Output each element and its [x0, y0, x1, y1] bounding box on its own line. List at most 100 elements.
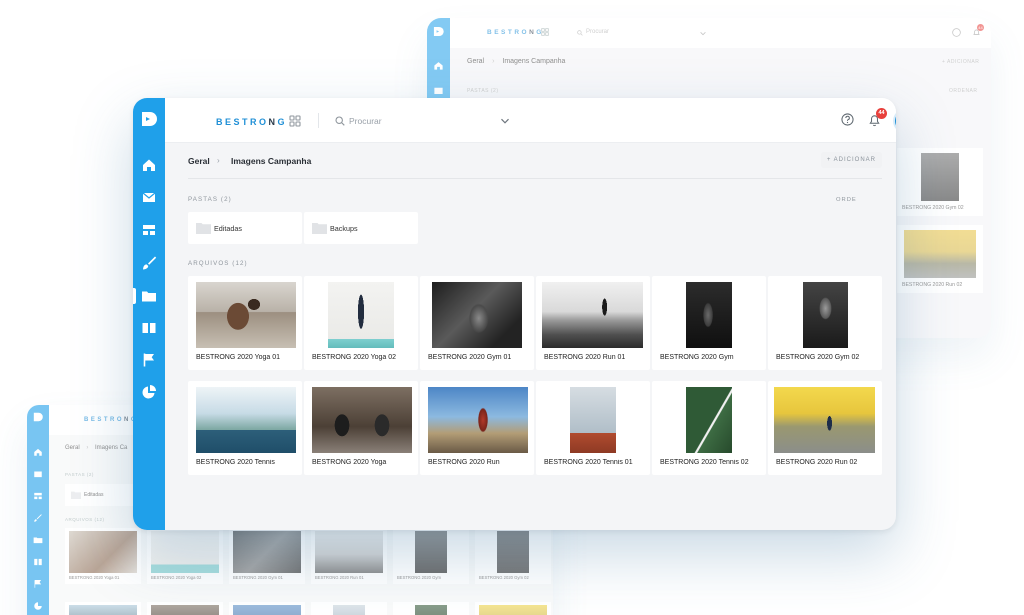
sidebar-item-brush[interactable]: [141, 255, 157, 271]
order-label[interactable]: ORDENAR: [949, 88, 978, 94]
file-name: BESTRONG 2020 Yoga 01: [196, 354, 281, 361]
help-icon[interactable]: [841, 113, 854, 126]
app-logo-icon: [33, 412, 43, 422]
brand-text: BESTRO: [216, 117, 269, 127]
add-button[interactable]: + ADICIONAR: [942, 59, 979, 65]
file-card[interactable]: BESTRONG 2020 Run: [420, 381, 534, 475]
divider: [188, 178, 882, 179]
breadcrumb-separator: ›: [492, 58, 495, 65]
file-card[interactable]: BESTRONG 2020 Gym 02: [768, 276, 882, 370]
folder-item[interactable]: Editadas: [188, 212, 302, 244]
folders-label: PASTAS (2): [188, 196, 232, 203]
layout-icon: [34, 492, 42, 500]
file-card[interactable]: BESTRONG 2020 Yoga: [304, 381, 418, 475]
file-name: BESTRONG 2020 Gym 02: [479, 575, 529, 580]
layout-icon: [143, 225, 155, 235]
file-card[interactable]: BESTRONG 2020 Tennis: [188, 381, 302, 475]
breadcrumb-root[interactable]: Geral: [188, 156, 210, 166]
add-button[interactable]: + ADICIONAR: [820, 152, 882, 168]
file-card[interactable]: BESTRONG 2020 Run 01: [536, 276, 650, 370]
file-card[interactable]: BESTRONG 2020 Run 01: [311, 528, 387, 584]
file-thumbnail: [328, 282, 394, 348]
file-card[interactable]: BESTRONG 2020 Run 02: [897, 225, 983, 293]
pie-chart-icon: [34, 602, 42, 610]
file-card[interactable]: BESTRONG 2020 Gym: [652, 276, 766, 370]
file-thumbnail: [904, 230, 976, 278]
file-card[interactable]: BESTRONG 2020 Gym 02: [475, 528, 551, 584]
flag-icon: [34, 579, 42, 588]
file-card[interactable]: BESTRONG 2020 Gym 01: [229, 528, 305, 584]
file-card[interactable]: [311, 602, 387, 615]
order-label[interactable]: ORDE: [836, 197, 857, 203]
sidebar-item-files[interactable]: [141, 288, 157, 304]
file-name: BESTRONG 2020 Gym: [660, 354, 734, 361]
folder-item[interactable]: Editadas: [65, 484, 143, 506]
file-card[interactable]: BESTRONG 2020 Yoga 02: [304, 276, 418, 370]
file-card[interactable]: BESTRONG 2020 Gym: [393, 528, 469, 584]
file-thumbnail: [233, 531, 301, 573]
active-indicator: [133, 288, 136, 304]
file-thumbnail: [151, 531, 219, 573]
sidebar-item-library[interactable]: [141, 320, 157, 336]
search-icon: [335, 116, 345, 126]
sidebar-item-home[interactable]: [141, 157, 157, 173]
search-input[interactable]: [349, 112, 499, 130]
file-thumbnail: [497, 531, 529, 573]
apps-grid-icon[interactable]: [289, 115, 301, 127]
home-icon: [143, 159, 155, 171]
sidebar-item-reports[interactable]: [141, 384, 157, 400]
folder-name: Editadas: [214, 224, 242, 233]
breadcrumb-current: Imagens Campanha: [502, 58, 566, 65]
file-thumbnail: [686, 282, 732, 348]
file-card[interactable]: [229, 602, 305, 615]
avatar[interactable]: B: [895, 111, 896, 131]
breadcrumb-bar: Geral › Imagens Campanha + ADICIONAR: [165, 143, 896, 179]
sidebar-item-inbox[interactable]: [141, 189, 157, 205]
home-icon: [34, 448, 42, 456]
file-name: BESTRONG 2020 Yoga 02: [312, 354, 397, 361]
file-card[interactable]: BESTRONG 2020 Yoga 01: [65, 528, 141, 584]
breadcrumb-separator: ›: [217, 156, 220, 165]
stage: BESTRONG Procurar 44 B Geral › Imagens C…: [0, 0, 1024, 615]
file-thumbnail: [315, 531, 383, 573]
file-name: BESTRONG 2020 Gym 02: [902, 205, 964, 211]
file-card[interactable]: BESTRONG 2020 Yoga 01: [188, 276, 302, 370]
file-thumbnail: [921, 153, 959, 201]
folder-name: Editadas: [84, 492, 104, 498]
help-icon[interactable]: [952, 28, 961, 37]
file-card[interactable]: BESTRONG 2020 Gym 02: [897, 148, 983, 216]
breadcrumb-separator: ›: [86, 445, 89, 451]
chevron-down-icon[interactable]: [500, 117, 510, 125]
file-card[interactable]: BESTRONG 2020 Tennis 01: [536, 381, 650, 475]
file-thumbnail: [196, 282, 296, 348]
brush-icon: [143, 256, 157, 270]
search-placeholder[interactable]: Procurar: [586, 29, 609, 35]
file-card[interactable]: BESTRONG 2020 Yoga 02: [147, 528, 223, 584]
file-card[interactable]: BESTRONG 2020 Tennis 02: [652, 381, 766, 475]
files-label: ARQUIVOS (12): [65, 517, 105, 522]
file-card[interactable]: [65, 602, 141, 615]
file-thumbnail: [151, 605, 219, 615]
app-logo-icon[interactable]: [139, 109, 159, 129]
file-name: BESTRONG 2020 Run 01: [315, 575, 364, 580]
sidebar-rail: [27, 405, 49, 615]
folders-label: PASTAS (2): [65, 472, 94, 477]
file-card[interactable]: [147, 602, 223, 615]
file-card[interactable]: [475, 602, 551, 615]
sidebar-item-flags[interactable]: [141, 352, 157, 368]
breadcrumb-root[interactable]: Geral: [467, 58, 484, 65]
file-card[interactable]: BESTRONG 2020 Gym 01: [420, 276, 534, 370]
file-thumbnail: [69, 531, 137, 573]
file-thumbnail: [415, 605, 447, 615]
file-name: BESTRONG 2020 Tennis 01: [544, 459, 633, 466]
file-thumbnail: [333, 605, 365, 615]
file-name: BESTRONG 2020 Gym: [397, 575, 441, 580]
file-thumbnail: [69, 605, 137, 615]
sidebar-item-layout[interactable]: [141, 222, 157, 238]
file-name: BESTRONG 2020 Run 02: [776, 459, 858, 466]
breadcrumb-root[interactable]: Geral: [65, 445, 80, 451]
file-card[interactable]: BESTRONG 2020 Run 02: [768, 381, 882, 475]
folder-item[interactable]: Backups: [304, 212, 418, 244]
file-card[interactable]: [393, 602, 469, 615]
folder-icon: [312, 223, 327, 234]
